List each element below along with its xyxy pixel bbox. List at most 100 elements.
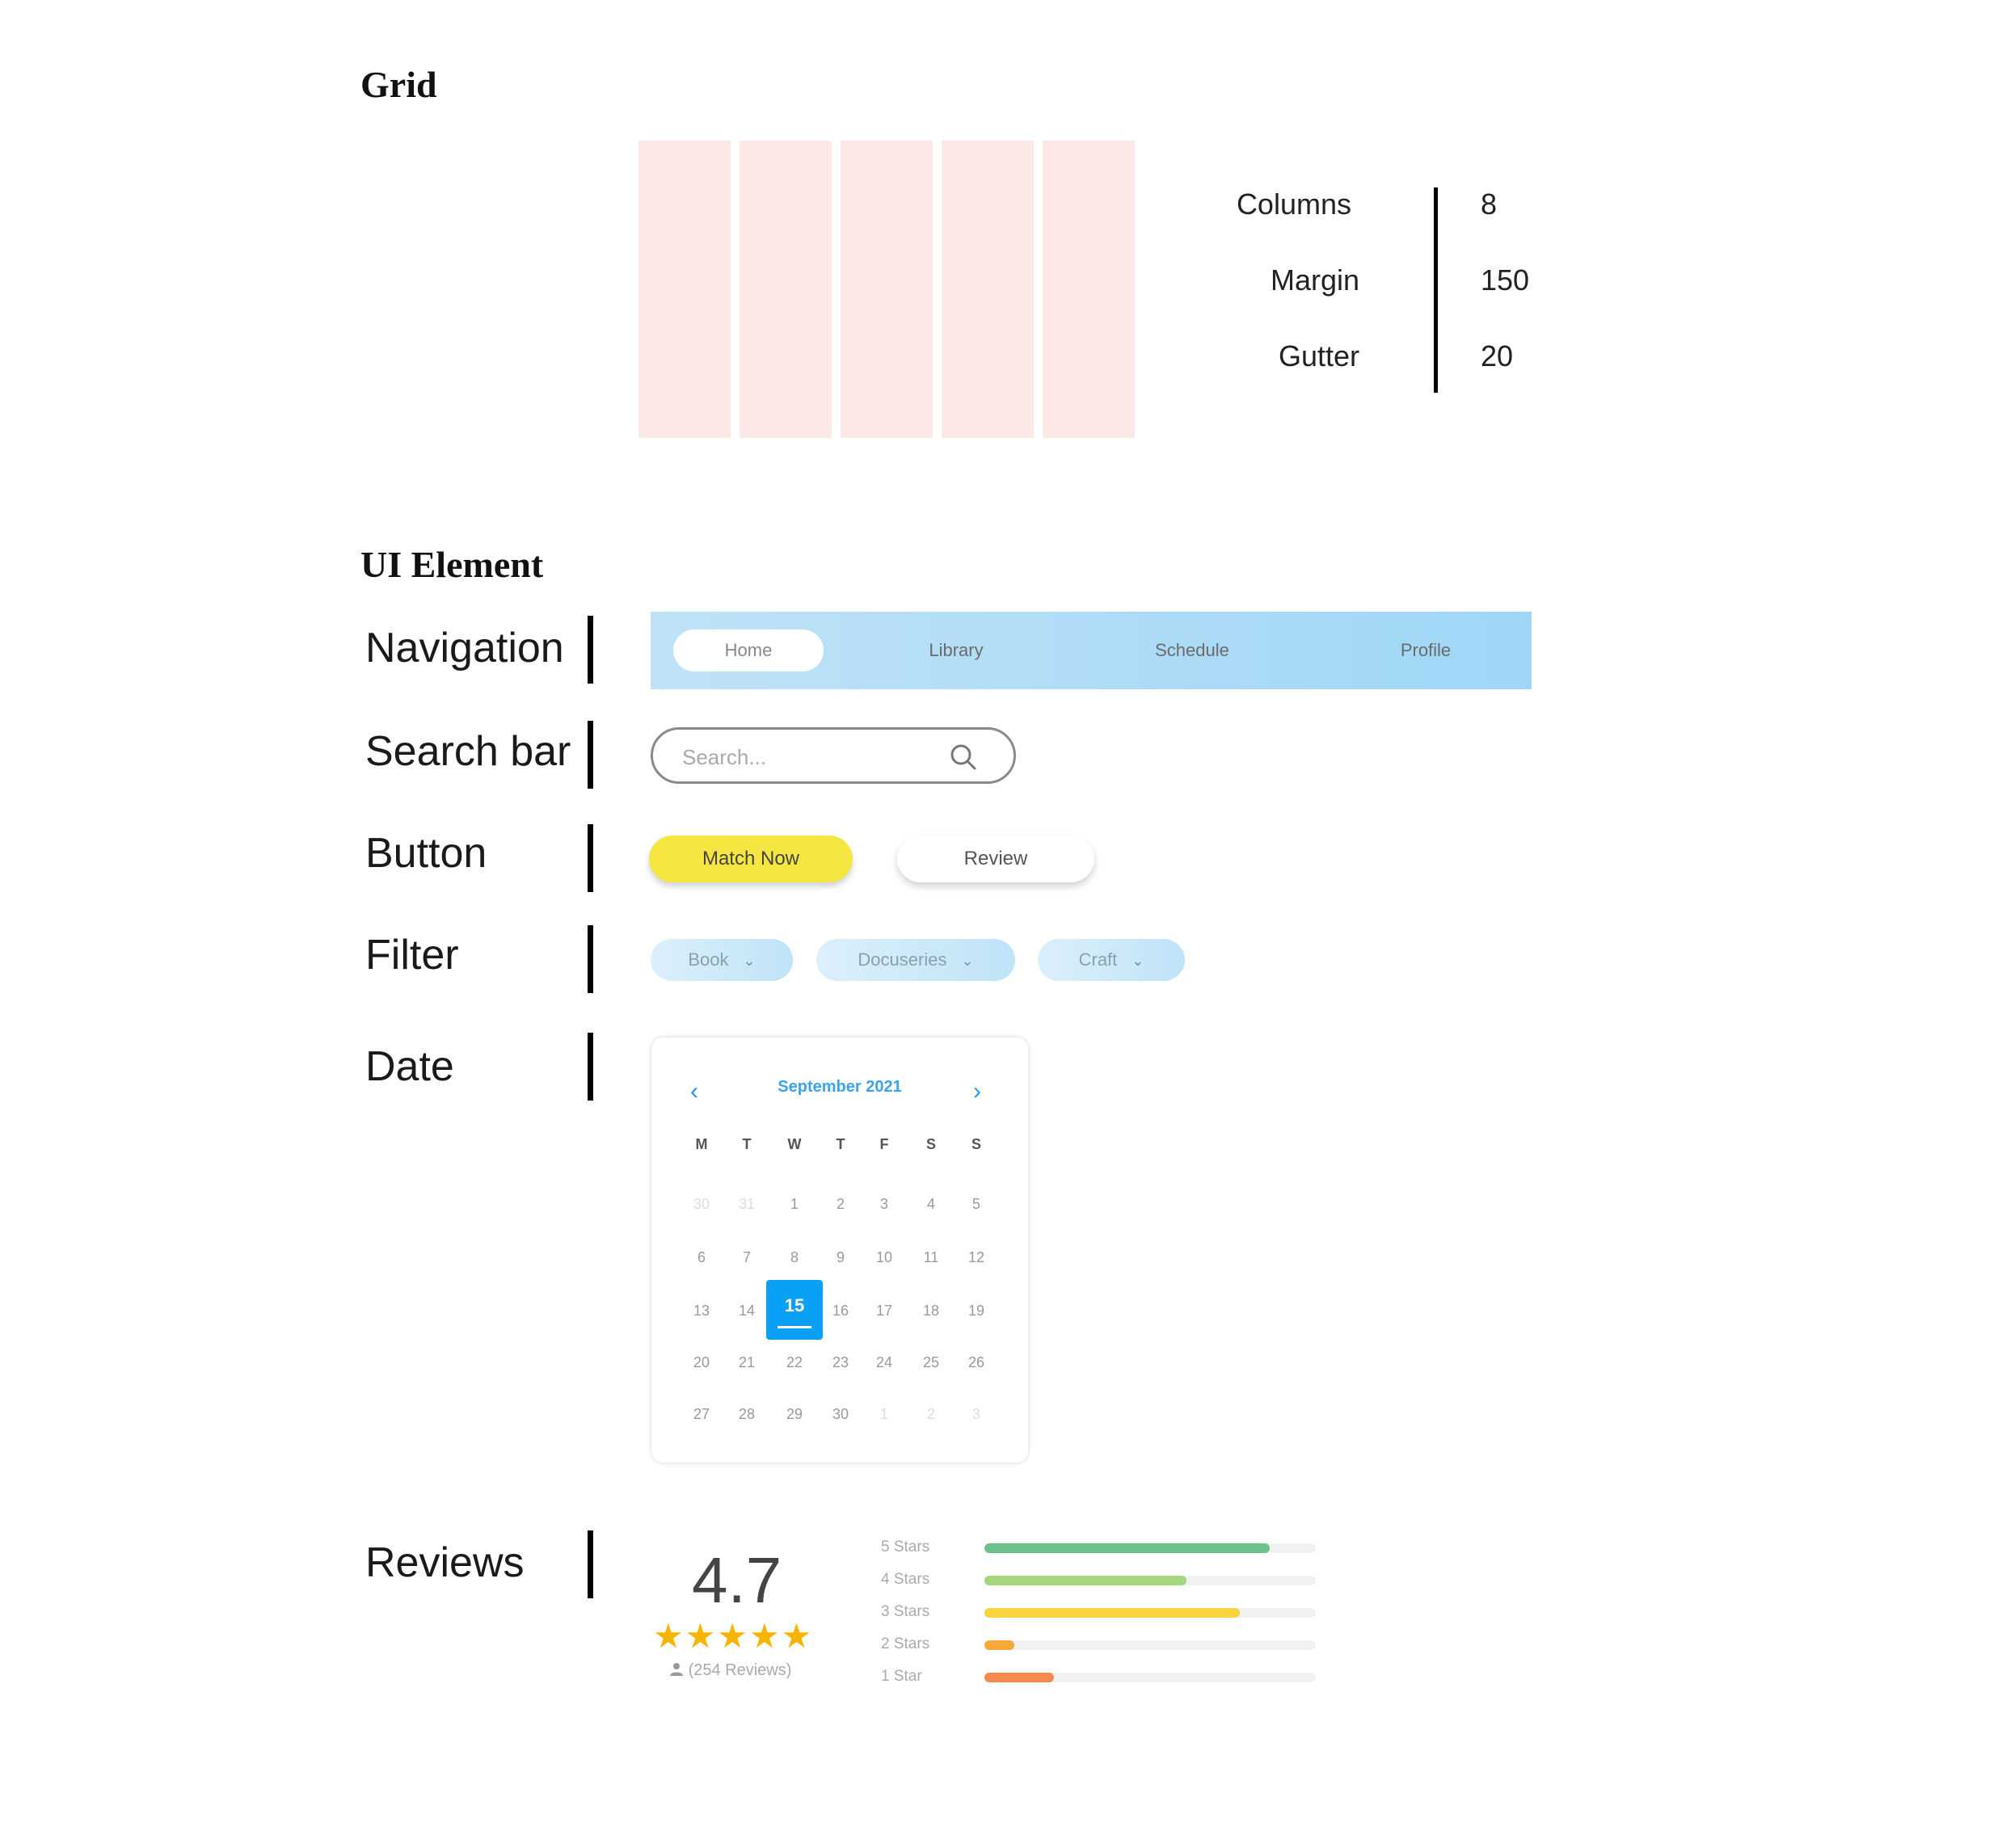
calendar-day[interactable]: 20 (685, 1354, 718, 1371)
calendar-day[interactable]: 21 (731, 1354, 763, 1371)
filter-chip-book[interactable]: Book ⌄ (651, 939, 793, 981)
filter-chip-label: Book (688, 949, 729, 970)
calendar-day[interactable]: 4 (915, 1196, 947, 1213)
calendar-day[interactable]: 26 (960, 1354, 992, 1371)
chevron-down-icon: ⌄ (961, 953, 974, 969)
calendar-day[interactable]: 8 (778, 1249, 811, 1266)
calendar-day[interactable]: 3 (960, 1406, 992, 1423)
spec-divider (1434, 187, 1438, 393)
rating-bar-track (984, 1673, 1316, 1682)
calendar-day[interactable]: 23 (824, 1354, 857, 1371)
nav-item-schedule[interactable]: Schedule (1117, 629, 1267, 671)
row-label-button: Button (365, 830, 487, 877)
rating-bar-label: 1 Star (881, 1668, 922, 1685)
grid-section-title: Grid (360, 64, 437, 105)
row-divider (588, 616, 593, 684)
rating-bar-track (984, 1640, 1316, 1650)
spec-label-gutter: Gutter (1278, 339, 1359, 373)
calendar-day[interactable]: 17 (868, 1303, 900, 1320)
calendar-day[interactable]: 2 (824, 1196, 857, 1213)
calendar-day[interactable]: 2 (915, 1406, 947, 1423)
search-input[interactable] (681, 741, 926, 773)
rating-bar-track (984, 1608, 1316, 1618)
weekday-label: F (879, 1136, 889, 1152)
match-now-button[interactable]: Match Now (649, 836, 853, 882)
calendar-day[interactable]: 27 (685, 1406, 718, 1423)
calendar-day[interactable]: 6 (685, 1249, 718, 1266)
calendar-day[interactable]: 11 (915, 1249, 947, 1266)
calendar-day[interactable]: 16 (824, 1303, 857, 1320)
calendar-day[interactable]: 25 (915, 1354, 947, 1371)
grid-column (841, 141, 933, 438)
grid-column (638, 141, 731, 438)
ui-section-title: UI Element (360, 544, 544, 585)
calendar-month: September 2021 (778, 1078, 902, 1096)
grid-column (942, 141, 1034, 438)
calendar-day[interactable]: 22 (778, 1354, 811, 1371)
calendar-day[interactable]: 9 (824, 1249, 857, 1266)
nav-item-library[interactable]: Library (881, 629, 1031, 671)
nav-item-home[interactable]: Home (673, 629, 824, 671)
search-icon[interactable] (949, 743, 978, 776)
selected-day-label: 15 (784, 1295, 805, 1315)
calendar-day[interactable]: 1 (868, 1406, 900, 1423)
calendar-day-selected[interactable]: 15 (766, 1280, 823, 1340)
rating-bar-track (984, 1543, 1316, 1553)
rating-bar-label: 4 Stars (881, 1571, 930, 1588)
rating-bar-label: 2 Stars (881, 1635, 930, 1652)
calendar-day[interactable]: 1 (778, 1196, 811, 1213)
date-picker: ‹ September 2021 › M T W T F S S 30 31 1… (651, 1038, 1028, 1463)
calendar-day[interactable]: 13 (685, 1303, 718, 1320)
rating-bar-fill (984, 1608, 1240, 1618)
rating-value: 4.7 (692, 1544, 782, 1616)
user-icon (669, 1661, 689, 1679)
star-icon: ★★★★★ (653, 1617, 814, 1655)
row-label-search: Search bar (365, 728, 571, 775)
calendar-day[interactable]: 30 (824, 1406, 857, 1423)
calendar-day[interactable]: 18 (915, 1303, 947, 1320)
weekday-label: T (836, 1136, 845, 1152)
chevron-down-icon: ⌄ (743, 953, 756, 969)
review-button[interactable]: Review (897, 836, 1094, 882)
row-divider (588, 824, 593, 892)
navigation-bar: Home Library Schedule Profile (651, 612, 1532, 689)
spec-value-gutter: 20 (1481, 339, 1514, 373)
calendar-day[interactable]: 28 (731, 1406, 763, 1423)
calendar-day[interactable]: 5 (960, 1196, 992, 1213)
rating-bar-label: 3 Stars (881, 1603, 930, 1620)
calendar-day[interactable]: 3 (868, 1196, 900, 1213)
filter-chip-label: Craft (1078, 949, 1118, 970)
weekday-label: T (742, 1136, 752, 1152)
filter-chip-craft[interactable]: Craft ⌄ (1038, 939, 1185, 981)
row-divider (588, 925, 593, 993)
grid-column (1043, 141, 1135, 438)
calendar-day[interactable]: 31 (731, 1196, 763, 1213)
weekday-label: M (695, 1136, 708, 1152)
calendar-day[interactable]: 12 (960, 1249, 992, 1266)
row-divider (588, 1033, 593, 1101)
calendar-day[interactable]: 14 (731, 1303, 763, 1320)
chevron-down-icon: ⌄ (1132, 953, 1144, 969)
filter-chip-docuseries[interactable]: Docuseries ⌄ (816, 939, 1015, 981)
calendar-day[interactable]: 10 (868, 1249, 900, 1266)
row-divider (588, 721, 593, 789)
calendar-day[interactable]: 30 (685, 1196, 718, 1213)
spec-label-margin: Margin (1270, 263, 1359, 297)
calendar-day[interactable]: 29 (778, 1406, 811, 1423)
reviews-count-text: (254 Reviews) (688, 1661, 792, 1679)
rating-bar-label: 5 Stars (881, 1539, 930, 1555)
rating-bar-fill (984, 1543, 1270, 1553)
search-bar (651, 727, 1016, 784)
chevron-right-icon[interactable]: › (973, 1078, 981, 1105)
grid-column (740, 141, 832, 438)
row-label-date: Date (365, 1043, 454, 1090)
calendar-day[interactable]: 19 (960, 1303, 992, 1320)
weekday-label: S (971, 1136, 981, 1152)
spec-label-columns: Columns (1236, 187, 1351, 221)
row-label-navigation: Navigation (365, 625, 564, 671)
nav-item-profile[interactable]: Profile (1351, 629, 1501, 671)
calendar-day[interactable]: 7 (731, 1249, 763, 1266)
reviews-count: (254 Reviews) (669, 1661, 791, 1680)
row-label-filter: Filter (365, 932, 459, 979)
calendar-day[interactable]: 24 (868, 1354, 900, 1371)
